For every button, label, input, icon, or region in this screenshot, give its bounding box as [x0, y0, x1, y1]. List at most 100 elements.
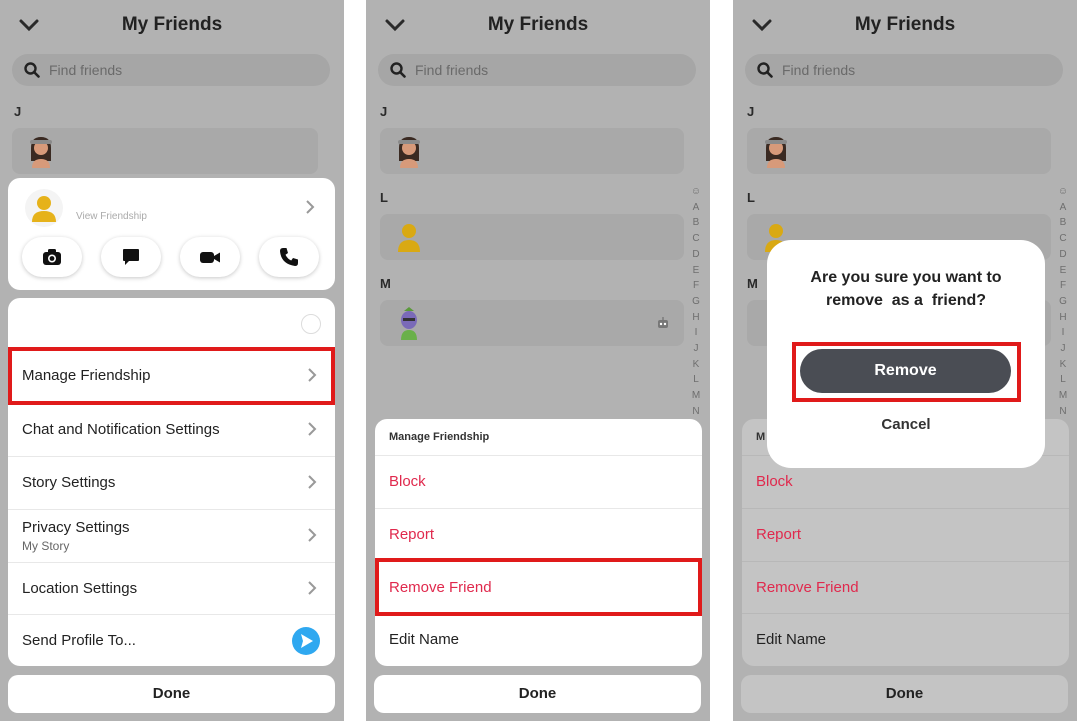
- dialog-message: Are you sure you want to remove as a fri…: [767, 266, 1045, 312]
- voice-call-button[interactable]: [259, 237, 319, 277]
- list-item[interactable]: [747, 128, 1051, 174]
- page-title: My Friends: [487, 14, 589, 35]
- section-header: M: [747, 276, 758, 291]
- friend-profile-card: View Friendship: [8, 178, 335, 290]
- location-settings-item[interactable]: Location Settings: [8, 562, 335, 615]
- index-letter[interactable]: N: [690, 404, 702, 420]
- item-label: Block: [756, 473, 793, 490]
- radio-toggle[interactable]: [301, 314, 321, 334]
- index-letter[interactable]: L: [1057, 372, 1069, 388]
- index-letter[interactable]: L: [690, 372, 702, 388]
- index-letter[interactable]: C: [1057, 231, 1069, 247]
- page-title: My Friends: [854, 14, 956, 35]
- dialog-message-line: Are you sure you want to: [810, 269, 1002, 286]
- index-letter[interactable]: D: [1057, 247, 1069, 263]
- search-input[interactable]: Find friends: [378, 54, 696, 86]
- privacy-settings-item[interactable]: Privacy Settings My Story: [8, 509, 335, 562]
- header: My Friends: [733, 0, 1077, 52]
- report-item[interactable]: Report: [742, 508, 1069, 561]
- done-button[interactable]: Done: [741, 675, 1068, 713]
- index-letter[interactable]: N: [1057, 404, 1069, 420]
- avatar-placeholder-icon: [398, 224, 420, 252]
- header: My Friends: [366, 0, 710, 52]
- search-placeholder: Find friends: [49, 62, 123, 78]
- item-label: Edit Name: [389, 631, 460, 648]
- index-letter[interactable]: K: [690, 357, 702, 373]
- bitmoji-avatar: [398, 137, 420, 168]
- bitmoji-avatar: [30, 137, 52, 168]
- alphabet-index[interactable]: ☺ A B C D E F G H I J K L M N: [690, 184, 702, 420]
- cancel-button[interactable]: Cancel: [767, 416, 1045, 433]
- sheet-title: M: [756, 431, 766, 443]
- story-settings-item[interactable]: Story Settings: [8, 456, 335, 509]
- edit-name-item[interactable]: Edit Name: [742, 613, 1069, 666]
- section-header: J: [14, 104, 22, 119]
- section-header: J: [380, 104, 388, 119]
- index-letter[interactable]: H: [1057, 310, 1069, 326]
- chat-notification-settings-item[interactable]: Chat and Notification Settings: [8, 403, 335, 456]
- screen-manage-friendship: My Friends Find friends J L M ☺ A B C D …: [366, 0, 710, 721]
- search-placeholder: Find friends: [415, 62, 489, 78]
- list-item[interactable]: [380, 214, 684, 260]
- search-icon: [24, 62, 40, 78]
- block-item[interactable]: Block: [375, 455, 702, 508]
- camera-button[interactable]: [22, 237, 82, 277]
- item-label: Story Settings: [22, 474, 116, 491]
- search-input[interactable]: Find friends: [12, 54, 330, 86]
- search-input[interactable]: Find friends: [745, 54, 1063, 86]
- section-header: J: [747, 104, 755, 119]
- index-letter[interactable]: G: [1057, 294, 1069, 310]
- done-button[interactable]: Done: [374, 675, 701, 713]
- index-letter[interactable]: I: [690, 325, 702, 341]
- remove-friend-item[interactable]: Remove Friend: [742, 561, 1069, 614]
- sheet-title: Manage Friendship: [389, 431, 490, 443]
- index-letter[interactable]: M: [690, 388, 702, 404]
- index-letter[interactable]: B: [690, 215, 702, 231]
- send-arrow-icon[interactable]: [291, 626, 321, 656]
- list-item[interactable]: [380, 300, 684, 346]
- index-letter[interactable]: H: [690, 310, 702, 326]
- avatar: [25, 189, 63, 227]
- bitmoji-avatar: [401, 307, 417, 340]
- view-friendship-link[interactable]: View Friendship: [76, 211, 147, 222]
- item-label: Send Profile To...: [22, 632, 136, 649]
- index-letter[interactable]: F: [690, 278, 702, 294]
- index-letter[interactable]: J: [1057, 341, 1069, 357]
- highlight-box: [375, 558, 702, 616]
- edit-name-item[interactable]: Edit Name: [375, 613, 702, 666]
- item-label: Edit Name: [756, 631, 827, 648]
- section-header: L: [747, 190, 755, 205]
- done-button[interactable]: Done: [8, 675, 335, 713]
- video-icon: [200, 252, 220, 263]
- index-letter[interactable]: F: [1057, 278, 1069, 294]
- list-item[interactable]: [380, 128, 684, 174]
- item-label: Privacy Settings: [22, 519, 130, 536]
- chevron-right-icon: [308, 581, 317, 595]
- index-letter[interactable]: E: [1057, 263, 1069, 279]
- index-letter[interactable]: M: [1057, 388, 1069, 404]
- index-letter[interactable]: ☺: [690, 184, 702, 200]
- index-letter[interactable]: I: [1057, 325, 1069, 341]
- chevron-right-icon[interactable]: [305, 200, 315, 214]
- index-letter[interactable]: G: [690, 294, 702, 310]
- index-letter[interactable]: A: [690, 200, 702, 216]
- index-letter[interactable]: K: [1057, 357, 1069, 373]
- video-call-button[interactable]: [180, 237, 240, 277]
- chat-button[interactable]: [101, 237, 161, 277]
- report-item[interactable]: Report: [375, 508, 702, 561]
- index-letter[interactable]: J: [690, 341, 702, 357]
- highlight-box: [8, 347, 335, 405]
- index-letter[interactable]: B: [1057, 215, 1069, 231]
- index-letter[interactable]: ☺: [1057, 184, 1069, 200]
- index-letter[interactable]: A: [1057, 200, 1069, 216]
- page-title: My Friends: [121, 14, 223, 35]
- alphabet-index[interactable]: ☺ A B C D E F G H I J K L M N: [1057, 184, 1069, 420]
- send-profile-item[interactable]: Send Profile To...: [8, 614, 335, 666]
- dialog-message-line: remove as a friend?: [825, 292, 987, 309]
- index-letter[interactable]: D: [690, 247, 702, 263]
- chevron-right-icon: [308, 475, 317, 489]
- list-item[interactable]: [12, 128, 318, 174]
- index-letter[interactable]: C: [690, 231, 702, 247]
- index-letter[interactable]: E: [690, 263, 702, 279]
- camera-icon: [43, 249, 61, 265]
